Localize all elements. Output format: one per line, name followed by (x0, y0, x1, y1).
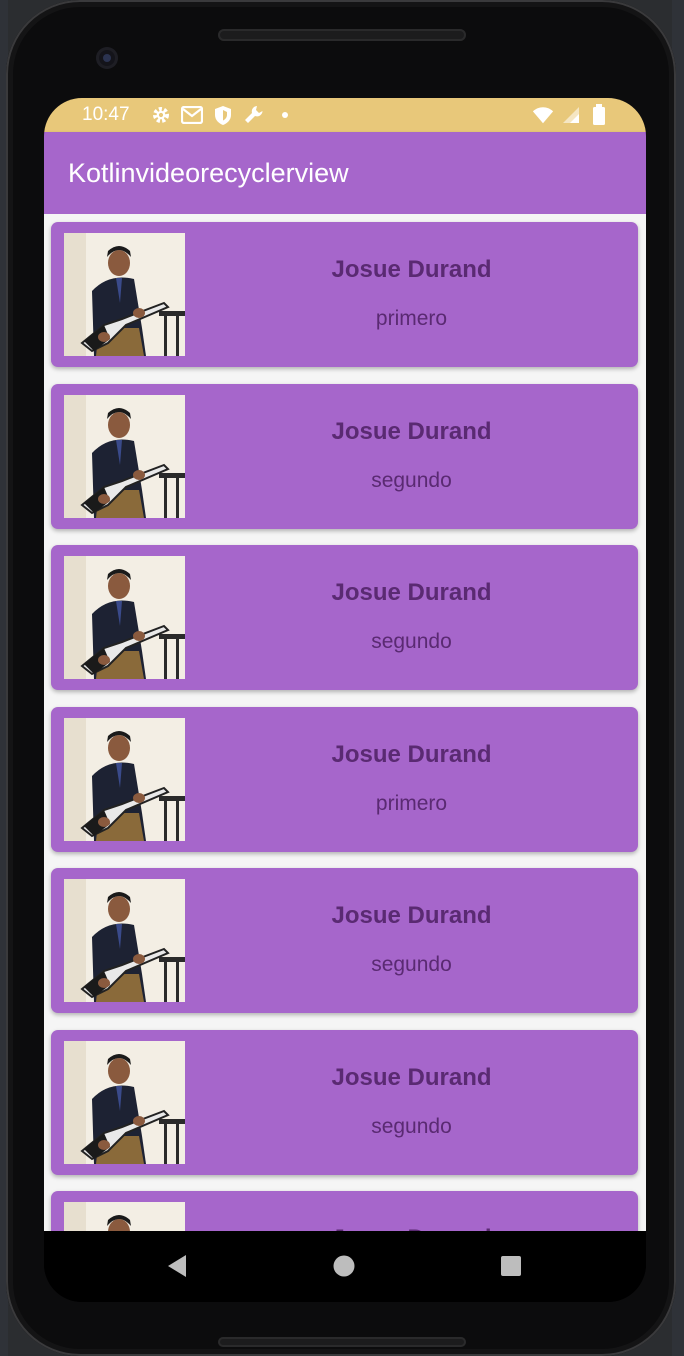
video-thumbnail[interactable] (64, 879, 185, 1002)
item-title: Josue Durand (331, 740, 492, 768)
video-thumbnail[interactable] (64, 394, 185, 518)
cell-signal-icon (560, 104, 582, 126)
list-item[interactable]: Josue Durand (51, 1191, 638, 1231)
video-thumbnail[interactable] (64, 1040, 185, 1164)
front-camera-icon (96, 47, 118, 69)
item-title: Josue Durand (331, 256, 492, 283)
app-bar: Kotlinvideorecyclerview (44, 132, 646, 214)
wifi-icon (532, 104, 554, 126)
bottom-speaker (218, 1337, 466, 1347)
list-item[interactable]: Josue Durand segundo (51, 868, 638, 1013)
video-thumbnail[interactable] (64, 556, 185, 679)
item-title: Josue Durand (331, 417, 492, 445)
video-thumbnail[interactable] (64, 717, 185, 841)
battery-icon (588, 104, 610, 126)
shield-icon (212, 104, 234, 126)
list-item[interactable]: Josue Durand segundo (51, 1029, 638, 1175)
back-icon[interactable] (164, 1253, 190, 1279)
video-thumbnail[interactable] (64, 233, 185, 356)
item-subtitle: segundo (371, 468, 452, 492)
item-subtitle: segundo (371, 1114, 452, 1138)
settings-icon (150, 104, 172, 126)
item-subtitle: segundo (371, 953, 452, 976)
earpiece-speaker (218, 29, 466, 41)
list-item[interactable]: Josue Durand primero (51, 706, 638, 852)
app-title: Kotlinvideorecyclerview (68, 158, 349, 188)
recycler-list[interactable]: Josue Durand primero Josue Durand segundo … (44, 214, 646, 1231)
home-icon[interactable] (331, 1253, 357, 1279)
item-title: Josue Durand (331, 579, 492, 606)
notification-dot-icon (274, 104, 296, 126)
item-title: Josue Durand (331, 1063, 492, 1091)
status-time: 10:47 (82, 104, 130, 125)
video-thumbnail[interactable] (64, 1202, 185, 1231)
navigation-bar (44, 1231, 646, 1302)
device-screen: 10:47 Kotlinvideorecyclerview Josue Dura… (44, 98, 646, 1302)
list-item[interactable]: Josue Durand segundo (51, 545, 638, 690)
item-title: Josue Durand (331, 902, 492, 929)
list-item[interactable]: Josue Durand primero (51, 222, 638, 367)
item-subtitle: primero (375, 307, 448, 330)
recents-icon[interactable] (498, 1253, 524, 1279)
status-bar: 10:47 (44, 98, 646, 132)
item-subtitle: segundo (371, 630, 452, 653)
wrench-icon (243, 104, 265, 126)
list-item[interactable]: Josue Durand segundo (51, 383, 638, 529)
gmail-icon (181, 104, 203, 126)
item-subtitle: primero (375, 791, 448, 815)
